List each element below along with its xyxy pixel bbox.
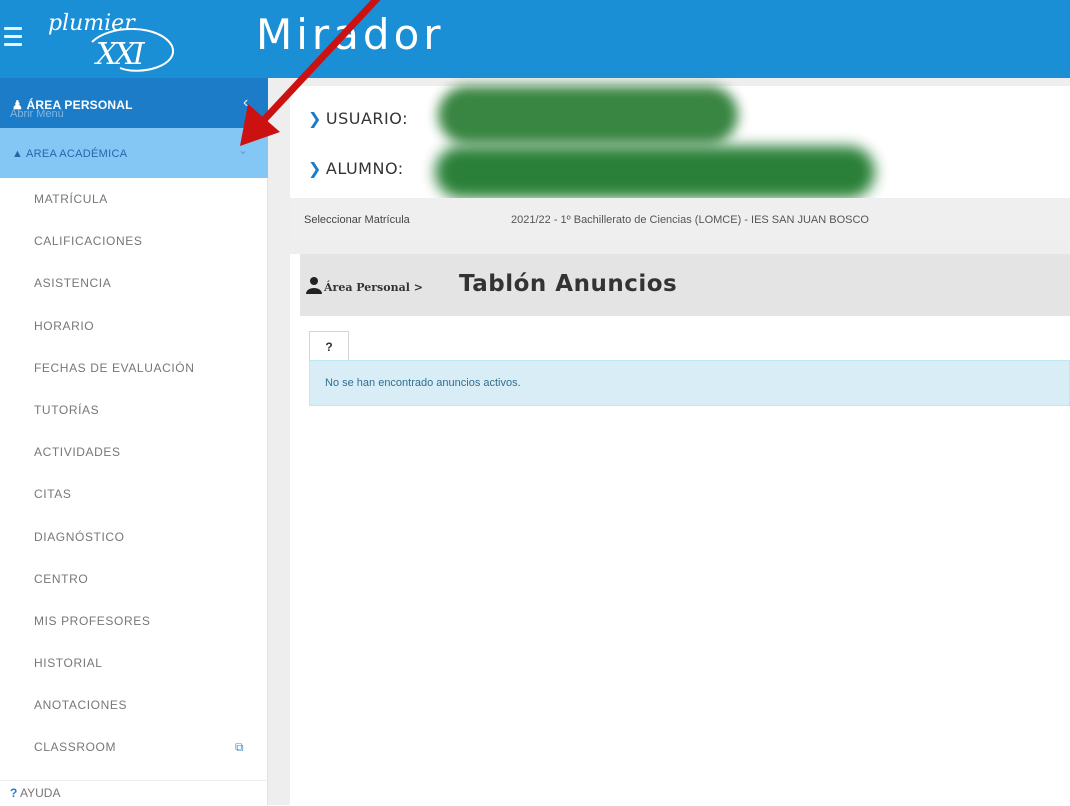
main-area: ❯ USUARIO: ❯ ALUMNO: Seleccionar Matrícula… bbox=[268, 78, 1070, 805]
svg-text:XXI: XXI bbox=[94, 37, 146, 72]
sidebar-item-citas[interactable]: CITAS bbox=[0, 473, 268, 515]
sidebar-item-horario[interactable]: HORARIO bbox=[0, 305, 268, 347]
no-announcements-notice: No se han encontrado anuncios activos. bbox=[309, 360, 1070, 406]
sidebar-item-ayuda[interactable]: ? AYUDA bbox=[0, 780, 268, 805]
page-header: Área Personal > Tablón Anuncios bbox=[300, 254, 1070, 316]
usuario-label: USUARIO: bbox=[325, 109, 408, 128]
sidebar-item-label: ▲ AREA ACADÉMICA bbox=[12, 148, 127, 160]
breadcrumb[interactable]: Área Personal > bbox=[324, 281, 423, 294]
usuario-row: ❯ USUARIO: bbox=[308, 109, 408, 128]
alumno-label: ALUMNO: bbox=[325, 159, 404, 178]
matricula-selector[interactable]: Seleccionar Matrícula 2021/22 - 1º Bachi… bbox=[290, 198, 1070, 240]
sidebar-item-area-personal[interactable]: ♟ ÁREA PERSONAL Abrir Menú ‹ bbox=[0, 78, 268, 128]
sidebar-item-actividades[interactable]: ACTIVIDADES bbox=[0, 431, 268, 473]
chevron-right-icon: ❯ bbox=[308, 159, 322, 178]
sidebar-submenu: MATRÍCULA CALIFICACIONES ASISTENCIA HORA… bbox=[0, 178, 268, 769]
sidebar: ♟ ÁREA PERSONAL Abrir Menú ‹ ▲ AREA ACAD… bbox=[0, 78, 268, 805]
redaction-blur bbox=[435, 146, 875, 198]
question-icon: ? bbox=[10, 786, 18, 800]
logo-graphic: plumier XXI bbox=[48, 11, 175, 72]
sidebar-item-area-academica[interactable]: ▲ AREA ACADÉMICA ⌄ bbox=[0, 128, 268, 178]
sidebar-item-calificaciones[interactable]: CALIFICACIONES bbox=[0, 220, 268, 262]
app-header: plumier XXI Mirador bbox=[0, 0, 1070, 78]
page-title: Tablón Anuncios bbox=[459, 271, 678, 297]
sidebar-item-label: AYUDA bbox=[20, 786, 61, 800]
sidebar-item-diagnostico[interactable]: DIAGNÓSTICO bbox=[0, 516, 268, 558]
help-tab[interactable]: ? bbox=[309, 331, 349, 361]
chevron-left-icon[interactable]: ‹ bbox=[243, 94, 248, 112]
sidebar-item-tutorias[interactable]: TUTORÍAS bbox=[0, 389, 268, 431]
open-menu-tooltip: Abrir Menú bbox=[10, 108, 64, 120]
sidebar-item-mis-profesores[interactable]: MIS PROFESORES bbox=[0, 600, 268, 642]
content-panel: Área Personal > Tablón Anuncios ? No se … bbox=[290, 254, 1070, 805]
sidebar-item-classroom[interactable]: CLASSROOM ⧉ bbox=[0, 726, 268, 768]
app-title: Mirador bbox=[256, 10, 445, 59]
sidebar-item-label: CLASSROOM bbox=[34, 740, 117, 755]
sidebar-item-asistencia[interactable]: ASISTENCIA bbox=[0, 262, 268, 304]
chevron-down-icon[interactable]: ⌄ bbox=[238, 143, 248, 157]
area-academica-label: AREA ACADÉMICA bbox=[25, 148, 128, 160]
matricula-label: Seleccionar Matrícula bbox=[304, 214, 410, 226]
graduation-cap-icon: ▲ bbox=[12, 148, 24, 160]
sidebar-item-historial[interactable]: HISTORIAL bbox=[0, 642, 268, 684]
sidebar-item-matricula[interactable]: MATRÍCULA bbox=[0, 178, 268, 220]
matricula-value[interactable]: 2021/22 - 1º Bachillerato de Ciencias (L… bbox=[511, 214, 869, 226]
alumno-row: ❯ ALUMNO: bbox=[308, 159, 404, 178]
plumier-logo[interactable]: plumier XXI bbox=[40, 6, 190, 74]
sidebar-item-anotaciones[interactable]: ANOTACIONES bbox=[0, 684, 268, 726]
redaction-blur bbox=[438, 86, 738, 144]
sidebar-item-fechas-evaluacion[interactable]: FECHAS DE EVALUACIÓN bbox=[0, 347, 268, 389]
svg-text:plumier: plumier bbox=[48, 11, 136, 36]
chevron-right-icon: ❯ bbox=[308, 109, 322, 128]
student-info-panel: ❯ USUARIO: ❯ ALUMNO: Seleccionar Matrícula… bbox=[290, 86, 1070, 240]
external-link-icon: ⧉ bbox=[235, 740, 245, 755]
user-icon bbox=[306, 277, 322, 294]
hamburger-icon[interactable] bbox=[4, 22, 22, 60]
sidebar-item-centro[interactable]: CENTRO bbox=[0, 558, 268, 600]
